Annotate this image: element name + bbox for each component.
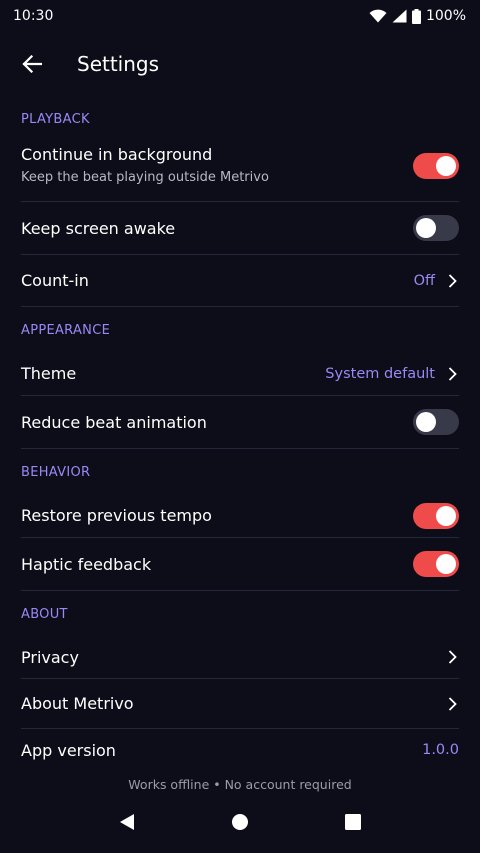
toggle-knob: [436, 554, 456, 574]
setting-keep-screen-awake[interactable]: Keep screen awake: [21, 202, 459, 255]
setting-label: App version: [21, 740, 116, 760]
chevron-right-icon: [445, 650, 459, 664]
battery-icon: [411, 8, 421, 24]
setting-continue-in-background[interactable]: Continue in background Keep the beat pla…: [21, 141, 459, 202]
setting-reduce-beat-animation[interactable]: Reduce beat animation: [21, 396, 459, 449]
count-in-value: Off: [413, 272, 435, 289]
nav-home-button[interactable]: [220, 802, 260, 842]
theme-value: System default: [325, 365, 435, 382]
setting-text: Continue in background Keep the beat pla…: [21, 145, 269, 185]
setting-label: Restore previous tempo: [21, 506, 212, 525]
app-version-value: 1.0.0: [422, 742, 459, 758]
footer-note: Works offline • No account required: [128, 777, 352, 792]
keep-screen-awake-toggle[interactable]: [413, 215, 459, 241]
setting-label: Privacy: [21, 647, 79, 667]
toggle-knob: [436, 156, 456, 176]
battery-percent: 100%: [425, 8, 466, 24]
setting-app-version: App version 1.0.0: [21, 729, 459, 771]
status-time: 10:30: [13, 8, 54, 24]
toggle-knob: [436, 505, 456, 526]
nav-back-icon: [119, 814, 134, 830]
setting-about-metrivo[interactable]: About Metrivo: [21, 679, 459, 729]
nav-recents-icon: [345, 814, 362, 830]
back-button[interactable]: [12, 44, 52, 84]
setting-description: Keep the beat playing outside Metrivo: [21, 170, 269, 185]
setting-value-group: Off: [414, 273, 459, 289]
setting-label: Continue in background: [21, 145, 213, 164]
setting-count-in[interactable]: Count-in Off: [21, 255, 459, 307]
setting-value-group: System default: [325, 366, 459, 382]
arrow-left-icon: [22, 55, 42, 73]
system-nav-bar: [0, 798, 480, 846]
toggle-knob: [416, 218, 436, 238]
setting-label: Theme: [21, 364, 77, 383]
haptic-feedback-toggle[interactable]: [413, 551, 459, 577]
setting-restore-previous-tempo[interactable]: Restore previous tempo: [21, 494, 459, 538]
chevron-right-icon: [445, 273, 459, 288]
setting-label: About Metrivo: [21, 694, 134, 713]
nav-recents-button[interactable]: [333, 802, 373, 842]
continue-in-background-toggle[interactable]: [413, 153, 459, 179]
status-bar: 10:30 100%: [0, 0, 480, 32]
section-header-about: ABOUT: [21, 607, 68, 622]
page-title: Settings: [77, 52, 160, 76]
chevron-right-icon: [445, 696, 459, 711]
setting-label: Haptic feedback: [21, 554, 152, 574]
setting-label: Reduce beat animation: [21, 412, 207, 432]
app-bar: Settings: [0, 32, 480, 96]
section-header-appearance: APPEARANCE: [21, 323, 111, 338]
wifi-icon: [369, 9, 387, 23]
restore-previous-tempo-toggle[interactable]: [413, 502, 459, 529]
status-icons: 100%: [369, 8, 466, 24]
chevron-right-icon: [445, 366, 459, 381]
nav-home-icon: [231, 814, 248, 830]
section-header-behavior: BEHAVIOR: [21, 465, 91, 480]
setting-haptic-feedback[interactable]: Haptic feedback: [21, 538, 459, 591]
setting-theme[interactable]: Theme System default: [21, 352, 459, 396]
reduce-beat-animation-toggle[interactable]: [413, 409, 459, 435]
setting-privacy[interactable]: Privacy: [21, 636, 459, 679]
setting-label: Count-in: [21, 271, 89, 290]
signal-icon: [392, 9, 407, 23]
setting-label: Keep screen awake: [21, 218, 176, 238]
settings-list: PLAYBACK Continue in background Keep the…: [0, 96, 480, 771]
section-header-playback: PLAYBACK: [21, 112, 90, 127]
nav-back-button[interactable]: [107, 802, 147, 842]
toggle-knob: [416, 412, 436, 432]
